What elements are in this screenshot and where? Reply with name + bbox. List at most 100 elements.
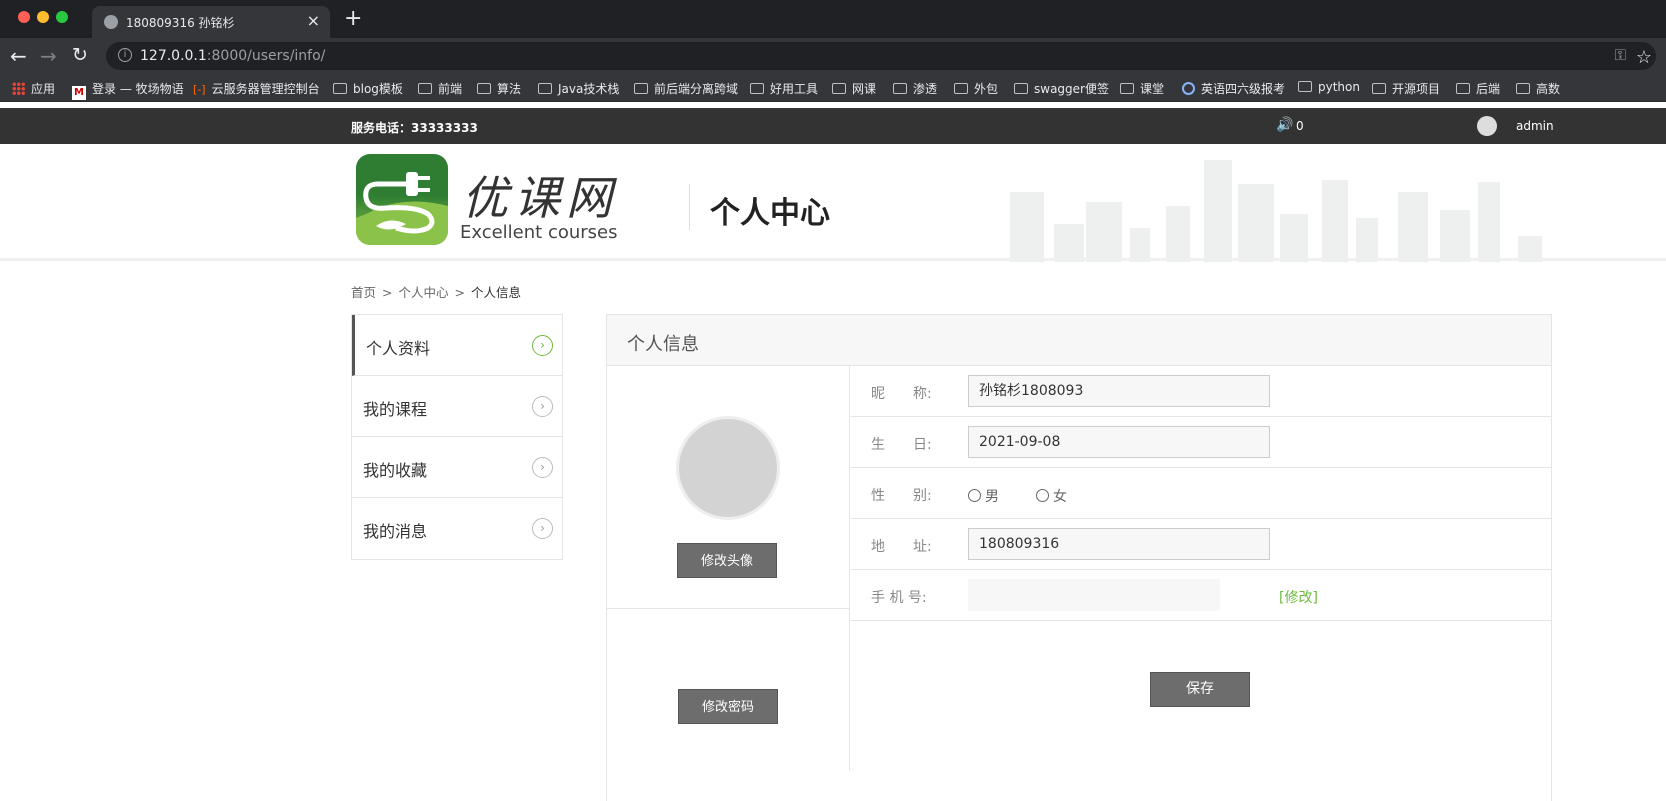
bookmark-item[interactable]: 外包	[954, 80, 998, 97]
key-icon[interactable]: ⚿	[1615, 46, 1626, 64]
sidebar-item-messages[interactable]: 我的消息 ›	[352, 498, 562, 559]
column-divider	[607, 608, 850, 609]
bookmark-item[interactable]: M 登录 — 牧场物语	[72, 80, 184, 100]
breadcrumb-separator: >	[382, 285, 393, 300]
bookmark-item[interactable]: 高数	[1516, 80, 1560, 97]
user-avatar[interactable]	[1477, 116, 1497, 136]
radio-circle-icon	[1036, 489, 1049, 502]
bookmark-label: 渗透	[913, 82, 938, 96]
close-window-icon[interactable]	[18, 11, 30, 23]
page-title: 个人中心	[710, 196, 830, 231]
bookmark-star-icon[interactable]: ☆	[1636, 47, 1652, 68]
browser-tab-bar: 180809316 孙铭杉 × +	[0, 0, 1666, 38]
folder-icon	[1298, 81, 1312, 92]
change-avatar-button[interactable]: 修改头像	[677, 543, 777, 578]
close-tab-icon[interactable]: ×	[307, 11, 320, 30]
bookmark-item[interactable]: 前后端分离跨域	[634, 80, 738, 97]
bookmark-item[interactable]: Java技术栈	[538, 80, 619, 97]
gender-female-label: 女	[1053, 489, 1067, 505]
cloud-favicon-icon: [-]	[193, 83, 206, 96]
gender-label: 性 别:	[871, 488, 932, 504]
bookmark-item[interactable]: 应用	[12, 80, 55, 97]
bookmark-item[interactable]: 课堂	[1120, 80, 1164, 97]
form-row-gender: 性 别: 男 女	[851, 468, 1551, 519]
bookmark-label: blog模板	[353, 82, 403, 96]
bookmark-item[interactable]: 开源项目	[1372, 80, 1440, 97]
browser-tab[interactable]: 180809316 孙铭杉 ×	[92, 6, 330, 38]
folder-icon	[477, 83, 491, 94]
address-bar[interactable]: i 127.0.0.1:8000/users/info/ ⚿ ☆	[106, 42, 1656, 70]
nickname-label: 昵 称:	[871, 386, 932, 402]
bookmark-item[interactable]: python	[1298, 80, 1360, 94]
logo-english-text: Excellent courses	[460, 222, 618, 243]
sidebar-item-favorites[interactable]: 我的收藏 ›	[352, 437, 562, 498]
sidebar-item-profile[interactable]: 个人资料 ›	[352, 315, 562, 376]
info-icon[interactable]: i	[118, 48, 132, 62]
folder-icon	[333, 83, 347, 94]
sidebar-item-my-courses[interactable]: 我的课程 ›	[352, 376, 562, 437]
nickname-input[interactable]: 孙铭杉1808093	[968, 375, 1270, 407]
url-text[interactable]: 127.0.0.1:8000/users/info/	[140, 48, 325, 64]
globe-icon	[104, 15, 118, 29]
bookmark-item[interactable]: swagger便签	[1014, 80, 1109, 97]
bookmark-item[interactable]: blog模板	[333, 80, 403, 97]
chevron-right-icon: ›	[532, 518, 553, 539]
logo-icon[interactable]	[356, 154, 448, 245]
chevron-right-icon: ›	[532, 457, 553, 478]
city-skyline-decoration	[1010, 160, 1542, 262]
avatar-column: 修改头像 修改密码	[607, 366, 850, 771]
bookmark-label: 算法	[497, 82, 522, 96]
bookmark-item[interactable]: 前端	[418, 80, 462, 97]
bookmark-item[interactable]: 好用工具	[750, 80, 818, 97]
address-input[interactable]: 180809316	[968, 528, 1270, 560]
modify-phone-link[interactable]: [修改]	[1279, 587, 1318, 607]
site-topbar: 服务电话：33333333 🔊 0 admin	[0, 108, 1666, 144]
minimize-window-icon[interactable]	[37, 11, 49, 23]
bookmark-item[interactable]: 后端	[1456, 80, 1500, 97]
bookmark-item[interactable]: [-] 云服务器管理控制台	[193, 80, 320, 97]
bookmark-item[interactable]: 英语四六级报考	[1182, 80, 1285, 97]
folder-icon	[1372, 83, 1386, 94]
folder-icon	[418, 83, 432, 94]
bookmark-label: 网课	[852, 82, 877, 96]
breadcrumb: 首页 > 个人中心 > 个人信息	[351, 282, 523, 301]
forward-icon[interactable]: →	[40, 44, 57, 68]
bookmark-item[interactable]: 算法	[477, 80, 521, 97]
sidebar-item-label: 我的收藏	[363, 461, 428, 480]
bookmark-label: 后端	[1476, 82, 1501, 96]
folder-icon	[1014, 83, 1028, 94]
bookmark-item[interactable]: 渗透	[893, 80, 937, 97]
reload-icon[interactable]: ↻	[72, 44, 88, 66]
breadcrumb-user-center[interactable]: 个人中心	[398, 285, 448, 300]
panel-header: 个人信息	[607, 315, 1551, 366]
folder-icon	[634, 83, 648, 94]
bookmark-item[interactable]: 网课	[832, 80, 876, 97]
birthday-input[interactable]: 2021-09-08	[968, 426, 1270, 458]
site-favicon-icon: M	[72, 86, 86, 100]
gender-male-radio[interactable]: 男	[968, 486, 999, 506]
sidebar-item-label: 我的课程	[363, 400, 428, 419]
username[interactable]: admin	[1516, 119, 1554, 133]
maximize-window-icon[interactable]	[56, 11, 68, 23]
back-icon[interactable]: ←	[10, 44, 27, 68]
gender-female-radio[interactable]: 女	[1036, 486, 1067, 506]
new-tab-icon[interactable]: +	[344, 6, 362, 31]
url-host: 127.0.0.1	[140, 48, 207, 64]
form-row-address: 地 址: 180809316	[851, 519, 1551, 570]
panel-title: 个人信息	[627, 334, 699, 355]
chevron-right-icon: ›	[532, 396, 553, 417]
bookmarks-bar: 应用 M 登录 — 牧场物语 [-] 云服务器管理控制台 blog模板 前端 算法 Java技术…	[0, 74, 1666, 102]
breadcrumb-home[interactable]: 首页	[351, 285, 376, 300]
message-count[interactable]: 0	[1296, 119, 1304, 133]
form-row-phone: 手 机 号: [修改]	[851, 570, 1551, 621]
change-password-button[interactable]: 修改密码	[678, 689, 778, 724]
bookmark-label: 前端	[438, 82, 463, 96]
speaker-icon[interactable]: 🔊	[1276, 117, 1293, 133]
bookmark-label: 好用工具	[770, 82, 819, 96]
logo-chinese-text: 优课网	[462, 171, 618, 225]
apps-grid-icon	[12, 82, 25, 95]
phone-label: 手 机 号:	[871, 590, 927, 606]
address-label: 地 址:	[871, 539, 932, 555]
save-button[interactable]: 保存	[1150, 672, 1250, 707]
sidebar: 个人资料 › 我的课程 › 我的收藏 › 我的消息 ›	[351, 314, 563, 560]
